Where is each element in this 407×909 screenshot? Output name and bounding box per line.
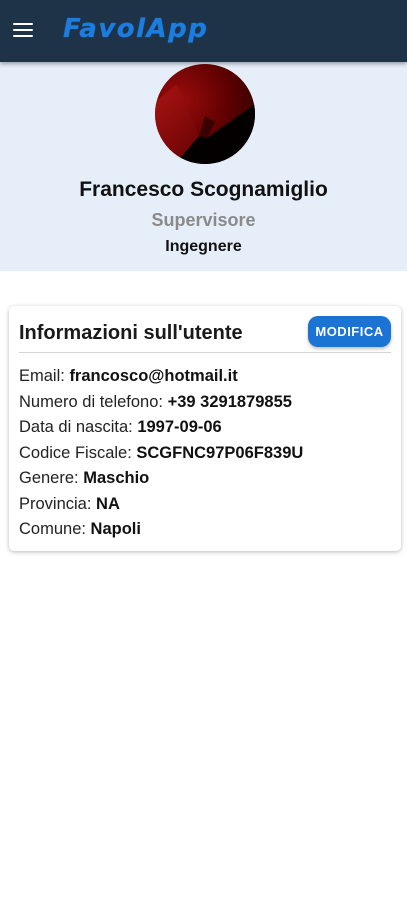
info-row-city: Comune: Napoli (19, 517, 391, 543)
profile-header: Francesco Scognamiglio Supervisore Ingeg… (0, 62, 407, 271)
info-list: Email: francosco@hotmail.it Numero di te… (19, 364, 391, 543)
info-row-phone: Numero di telefono: +39 3291879855 (19, 390, 391, 416)
field-label: Numero di telefono: (19, 392, 163, 411)
app-bar: FavolApp (0, 0, 407, 62)
field-label: Email: (19, 367, 65, 385)
profile-name: Francesco Scognamiglio (79, 178, 328, 201)
avatar-image (155, 64, 255, 164)
field-value: +39 3291879855 (167, 392, 292, 411)
info-row-province: Provincia: NA (19, 492, 391, 518)
field-value: Maschio (83, 469, 150, 487)
info-row-gender: Genere: Maschio (19, 466, 391, 492)
card-title: Informazioni sull'utente (19, 322, 243, 344)
field-label: Comune: (19, 520, 86, 538)
hamburger-menu-icon[interactable] (13, 22, 33, 38)
info-row-fiscal-code: Codice Fiscale: SCGFNC97P06F839U (19, 441, 391, 467)
info-row-email: Email: francosco@hotmail.it (19, 364, 391, 390)
field-value: SCGFNC97P06F839U (136, 443, 304, 462)
field-value: francosco@hotmail.it (69, 367, 238, 385)
field-label: Provincia: (19, 494, 92, 513)
field-value: Napoli (90, 520, 141, 538)
field-label: Genere: (19, 469, 79, 487)
info-row-birthdate: Data di nascita: 1997-09-06 (19, 415, 391, 441)
profile-role: Supervisore (151, 210, 256, 230)
field-label: Codice Fiscale: (19, 443, 132, 462)
app-logo[interactable]: FavolApp (63, 14, 208, 44)
profile-profession: Ingegnere (165, 238, 242, 255)
card-divider (19, 352, 391, 353)
field-value: 1997-09-06 (137, 418, 222, 436)
avatar (155, 64, 255, 164)
field-label: Data di nascita: (19, 418, 133, 436)
field-value: NA (96, 494, 120, 513)
user-info-card: Informazioni sull'utente MODIFICA Email:… (9, 306, 401, 551)
edit-button[interactable]: MODIFICA (308, 316, 391, 347)
